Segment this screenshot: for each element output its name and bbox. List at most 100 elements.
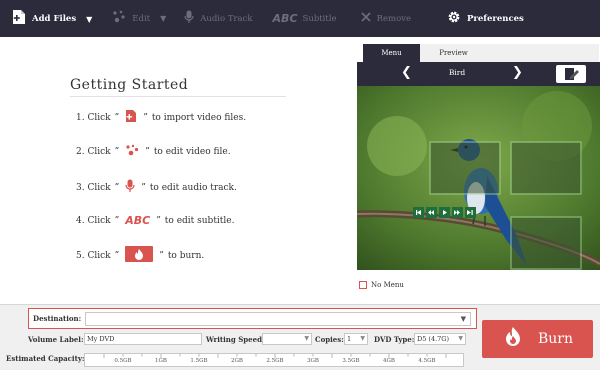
- burn-flame-icon: [125, 246, 154, 265]
- quote-close: ”: [145, 147, 150, 157]
- writing-speed-select[interactable]: ▼: [262, 333, 312, 345]
- edit-menu-button[interactable]: [556, 65, 586, 83]
- writing-speed-label: Writing Speed:: [206, 335, 265, 344]
- copies-value: 1: [347, 335, 352, 343]
- burn-label: Burn: [537, 331, 573, 347]
- copies-stepper[interactable]: 1 ▼: [344, 333, 368, 345]
- step-1: 1. Click ” ” to import video files.: [76, 109, 246, 126]
- edit-label: Edit: [132, 13, 151, 24]
- no-menu-option[interactable]: No Menu: [359, 281, 404, 289]
- step-text: to edit video file.: [153, 147, 231, 157]
- step-number: 2. Click: [76, 147, 111, 157]
- dvd-type-label: DVD Type:: [374, 335, 415, 344]
- subtitle-button[interactable]: ABC Subtitle: [267, 0, 343, 37]
- main-toolbar: Add Files ▼ Edit ▼ Audio Track ABC Subti…: [0, 0, 600, 37]
- preview-tabs: Menu Preview: [363, 44, 599, 62]
- step-text: to import video files.: [151, 112, 247, 123]
- step-number: 4. Click: [76, 215, 111, 226]
- dvd-type-select[interactable]: D5 (4.7G) ▼: [414, 333, 466, 345]
- gear-icon: [447, 10, 467, 27]
- destination-label: Destination:: [33, 314, 82, 323]
- no-menu-checkbox[interactable]: [359, 281, 367, 289]
- subtitle-label: Subtitle: [302, 13, 337, 24]
- destination-select[interactable]: ▼: [85, 312, 471, 326]
- capacity-tick-label: 3GB: [307, 358, 319, 364]
- burn-button[interactable]: Burn: [482, 320, 593, 358]
- volume-label: Volume Label:: [28, 335, 84, 344]
- microphone-icon: [125, 179, 135, 196]
- step-number: 1. Click: [76, 112, 111, 123]
- quote-open: ”: [114, 147, 120, 157]
- quote-close: ”: [143, 112, 148, 123]
- edit-button[interactable]: Edit ▼: [106, 0, 172, 37]
- tab-preview[interactable]: Preview: [425, 44, 482, 62]
- edit-menu-icon: [556, 68, 586, 86]
- menu-template-nav: ❮ Bird ❯: [357, 62, 600, 86]
- capacity-tick-label: 2.5GB: [266, 358, 284, 364]
- add-file-icon: [125, 109, 137, 126]
- quote-open: ”: [114, 250, 120, 261]
- microphone-icon: [184, 10, 200, 27]
- output-settings-bar: Destination: ▼ Volume Label: My DVD Writ…: [0, 304, 600, 370]
- add-files-label: Add Files: [32, 13, 77, 24]
- capacity-tick-label: 4.5GB: [418, 358, 436, 364]
- chevron-down-icon: ▼: [360, 335, 365, 342]
- menu-template-title: Bird: [448, 68, 466, 77]
- capacity-tick-label: 4GB: [383, 358, 395, 364]
- copies-label: Copies:: [315, 335, 344, 344]
- step-text: to edit audio track.: [149, 182, 237, 193]
- step-number: 5. Click: [76, 250, 111, 261]
- abc-subtitle-icon: ABC: [272, 12, 298, 25]
- menu-preview-image: [357, 86, 600, 270]
- chevron-right-icon[interactable]: ❯: [512, 65, 523, 80]
- capacity-tick-label: 3.5GB: [342, 358, 360, 364]
- menu-preview-panel: Menu Preview ❮ Bird ❯ No Menu: [356, 37, 600, 304]
- chevron-down-icon: ▼: [304, 335, 309, 342]
- capacity-tick-label: 0.5GB: [114, 358, 132, 364]
- dvd-type-value: D5 (4.7G): [417, 335, 450, 343]
- chevron-down-icon: ▼: [458, 335, 463, 342]
- step-text: to burn.: [167, 250, 205, 261]
- chevron-down-icon[interactable]: ▼: [461, 315, 466, 323]
- step-number: 3. Click: [76, 182, 111, 193]
- divider: [70, 96, 286, 97]
- capacity-tick-label: 1GB: [155, 358, 167, 364]
- burn-flame-icon: [502, 326, 538, 352]
- remove-label: Remove: [376, 13, 412, 24]
- preferences-button[interactable]: Preferences: [441, 0, 530, 37]
- capacity-tick-label: 2GB: [231, 358, 243, 364]
- volume-value: My DVD: [87, 335, 115, 343]
- capacity-label: Estimated Capacity:: [6, 354, 85, 363]
- quote-open: ”: [114, 112, 120, 123]
- step-4: 4. Click ” ABC ” to edit subtitle.: [76, 214, 235, 227]
- edit-effects-icon: [125, 144, 139, 160]
- abc-subtitle-icon: ABC: [125, 214, 151, 227]
- close-icon: [361, 12, 377, 25]
- getting-started-title: Getting Started: [70, 77, 189, 93]
- quote-close: ”: [141, 182, 146, 193]
- capacity-bar: 0.5GB 1GB 1.5GB 2GB 2.5GB 3GB 3.5GB 4GB …: [84, 353, 464, 367]
- step-text: to edit subtitle.: [164, 215, 235, 226]
- quote-open: ”: [114, 182, 120, 193]
- remove-button[interactable]: Remove: [355, 0, 417, 37]
- add-file-icon: [12, 9, 32, 28]
- add-files-button[interactable]: Add Files ▼: [6, 0, 98, 37]
- no-menu-label: No Menu: [371, 281, 404, 289]
- preferences-label: Preferences: [467, 13, 524, 24]
- step-5: 5. Click ” ” to burn.: [76, 246, 204, 265]
- chevron-down-icon[interactable]: ▼: [86, 14, 92, 24]
- chevron-down-icon[interactable]: ▼: [160, 14, 166, 23]
- tab-menu[interactable]: Menu: [363, 44, 420, 62]
- getting-started-panel: Getting Started 1. Click ” ” to import v…: [0, 37, 356, 304]
- step-2: 2. Click ” ” to edit video file.: [76, 144, 231, 160]
- quote-close: ”: [159, 250, 164, 261]
- edit-effects-icon: [112, 10, 132, 27]
- quote-open: ”: [114, 215, 120, 226]
- capacity-tick-label: 1.5GB: [190, 358, 208, 364]
- quote-close: ”: [156, 215, 161, 226]
- audio-track-label: Audio Track: [200, 13, 253, 24]
- volume-label-input[interactable]: My DVD: [84, 333, 202, 345]
- audio-track-button[interactable]: Audio Track: [178, 0, 258, 37]
- destination-row: Destination: ▼: [28, 308, 477, 329]
- step-3: 3. Click ” ” to edit audio track.: [76, 179, 237, 196]
